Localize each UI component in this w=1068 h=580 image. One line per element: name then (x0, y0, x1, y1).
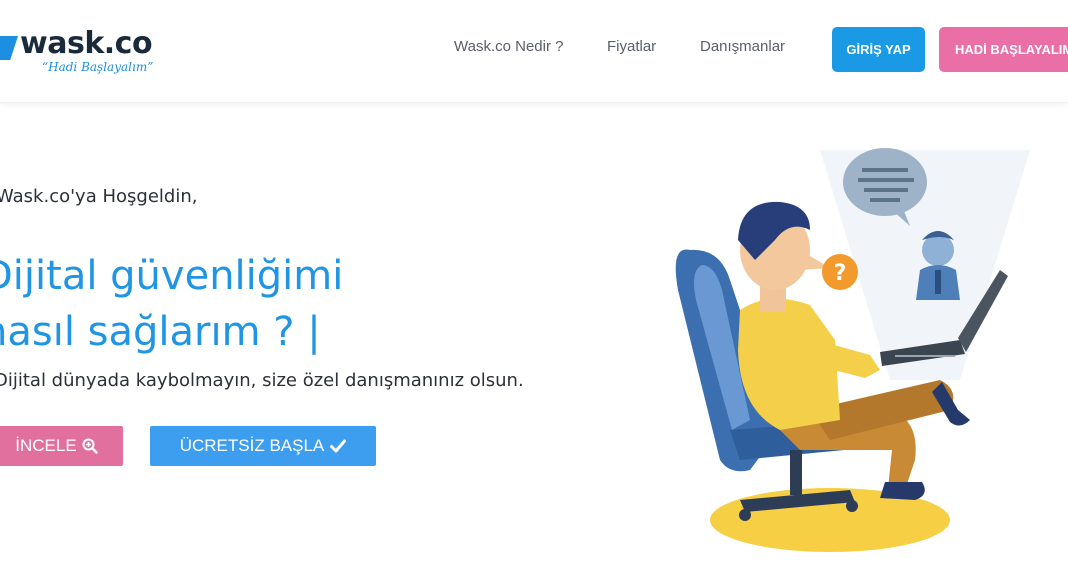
headline-line-1: Dijital güvenliğimi (0, 253, 344, 299)
free-start-button-label: ÜCRETSİZ BAŞLA (179, 436, 325, 455)
free-start-button[interactable]: ÜCRETSİZ BAŞLA (150, 426, 376, 466)
logo[interactable]: wask.co “Hadi Başlayalım” (0, 24, 162, 84)
welcome-text: Wask.co'ya Hoşgeldin, (0, 186, 198, 207)
nav-link-consultants[interactable]: Danışmanlar (700, 38, 785, 55)
headline-line-2: nasıl sağlarım ? | (0, 309, 321, 355)
hero-subtext: Dijital dünyada kaybolmayın, size özel d… (0, 370, 524, 391)
hero-headline: Dijital güvenliğimi nasıl sağlarım ? | (0, 248, 343, 360)
logo-text: wask.co (20, 26, 153, 61)
wask-logo-mark-icon (0, 36, 18, 60)
nav-link-what-is[interactable]: Wask.co Nedir ? (454, 38, 563, 55)
nav-link-pricing[interactable]: Fiyatlar (607, 38, 656, 55)
svg-text:?: ? (834, 261, 847, 286)
inspect-button-label: İNCELE (15, 436, 77, 455)
get-started-button[interactable]: HADİ BAŞLAYALIM (939, 27, 1068, 72)
consultant-illustration: ? (675, 148, 1030, 552)
logo-tagline: “Hadi Başlayalım” (42, 60, 154, 74)
check-icon (330, 439, 347, 453)
login-button-label: GİRİŞ YAP (846, 42, 911, 57)
site-header: wask.co “Hadi Başlayalım” Wask.co Nedir … (0, 0, 1068, 103)
inspect-button[interactable]: İNCELE (0, 426, 123, 466)
get-started-button-label: HADİ BAŞLAYALIM (955, 42, 1068, 57)
search-plus-icon (82, 438, 98, 454)
login-button[interactable]: GİRİŞ YAP (832, 27, 925, 72)
